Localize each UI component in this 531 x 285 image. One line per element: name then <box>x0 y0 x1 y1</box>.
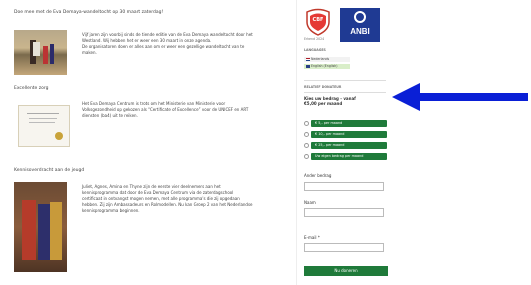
languages-title: LANGUAGES <box>304 48 326 52</box>
language-option-en[interactable]: English (English) <box>304 64 350 69</box>
other-amount-input[interactable] <box>304 182 384 191</box>
amount-option-button[interactable]: Uw eigen bedrag per maand <box>311 153 387 160</box>
language-label: English (English) <box>311 64 338 68</box>
walkers-photo <box>14 30 67 75</box>
sidebar-separator <box>304 92 386 93</box>
anbi-logo: ANBI <box>340 8 380 42</box>
language-option-nl[interactable]: Nederlands <box>304 57 350 62</box>
name-label: Naam <box>304 200 316 205</box>
section3-title: Kennisoverdracht aan de jeugd <box>14 168 85 173</box>
email-label: E-mail * <box>304 235 320 240</box>
cbf-text: CBF <box>312 17 324 23</box>
language-label: Nederlands <box>311 57 330 61</box>
section3-text: Juliet, Agnes, Amina en Thyne zijn de ee… <box>82 184 277 214</box>
donate-title: RELATIEF DONATEUR <box>304 85 342 89</box>
submit-button[interactable]: Nu doneren <box>304 266 388 276</box>
amount-radio[interactable] <box>304 143 309 148</box>
section1-text: Vijf jaren zijn voorbij sinds de tiende … <box>82 32 277 56</box>
cbf-caption: Erkend 2024 <box>304 37 325 41</box>
amount-radio[interactable] <box>304 154 309 159</box>
amount-radio[interactable] <box>304 132 309 137</box>
uk-flag-icon <box>306 64 310 68</box>
section1-line: maken. <box>82 50 97 55</box>
cbf-logo: CBF <box>304 8 332 36</box>
amount-option-button[interactable]: € 10,- per maand <box>311 131 387 138</box>
intro-heading: Doe mee met de Eva Demaya-wandeltocht op… <box>14 10 164 15</box>
donate-question: Kies uw bedrag - vanaf €5,00 per maand <box>304 96 356 106</box>
sidebar-divider <box>296 0 297 285</box>
section2-text: Het Eva Demaya Centrum is trots om het M… <box>82 101 277 119</box>
nl-flag-icon <box>306 57 310 61</box>
section2-line: diensten (ba4) uit te reiken. <box>82 113 138 118</box>
section2-title: Excellente zorg <box>14 86 49 91</box>
section3-line: kennisprogramma beginnen. <box>82 208 140 213</box>
amount-radio[interactable] <box>304 121 309 126</box>
email-input[interactable] <box>304 243 384 252</box>
arrow-annotation-icon <box>392 83 528 111</box>
amount-option-button[interactable]: € 5,- per maand <box>311 120 387 127</box>
amount-option-button[interactable]: € 25,- per maand <box>311 142 387 149</box>
anbi-text: ANBI <box>350 27 370 36</box>
sidebar-separator <box>304 80 386 81</box>
certificate-image <box>18 105 70 147</box>
donate-question-line: €5,00 per maand <box>304 101 343 106</box>
other-amount-label: Ander bedrag <box>304 173 332 178</box>
group-photo <box>14 182 67 272</box>
name-input[interactable] <box>304 208 384 217</box>
